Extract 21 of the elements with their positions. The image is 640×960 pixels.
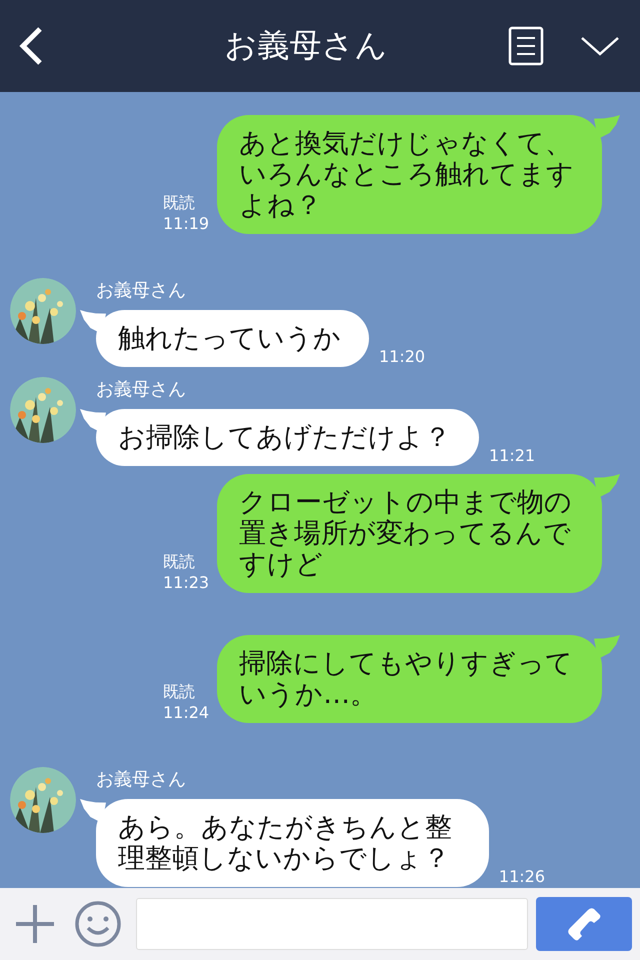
smiley-icon[interactable] — [74, 900, 122, 948]
sender-name: お義母さん — [96, 378, 187, 401]
plus-icon[interactable] — [14, 903, 56, 945]
call-button[interactable] — [536, 897, 632, 951]
chevron-down-icon[interactable] — [580, 35, 620, 57]
message-time: 11:23 — [163, 572, 210, 593]
message-time: 11:19 — [163, 213, 210, 234]
message-time: 11:20 — [379, 346, 426, 367]
read-receipt: 既読 — [163, 551, 196, 572]
window-title: お義母さん — [224, 25, 388, 66]
message-time: 11:26 — [498, 866, 545, 887]
sender-name: お義母さん — [96, 279, 187, 302]
message-time: 11:24 — [163, 702, 210, 723]
menu-icon[interactable] — [508, 26, 544, 66]
message-input-field[interactable] — [136, 898, 528, 950]
read-receipt: 既読 — [163, 192, 196, 213]
back-icon[interactable] — [18, 26, 44, 66]
message-time: 11:21 — [489, 445, 536, 466]
read-receipt: 既読 — [163, 681, 196, 702]
sender-name: お義母さん — [96, 768, 187, 791]
phone-icon — [566, 906, 602, 942]
